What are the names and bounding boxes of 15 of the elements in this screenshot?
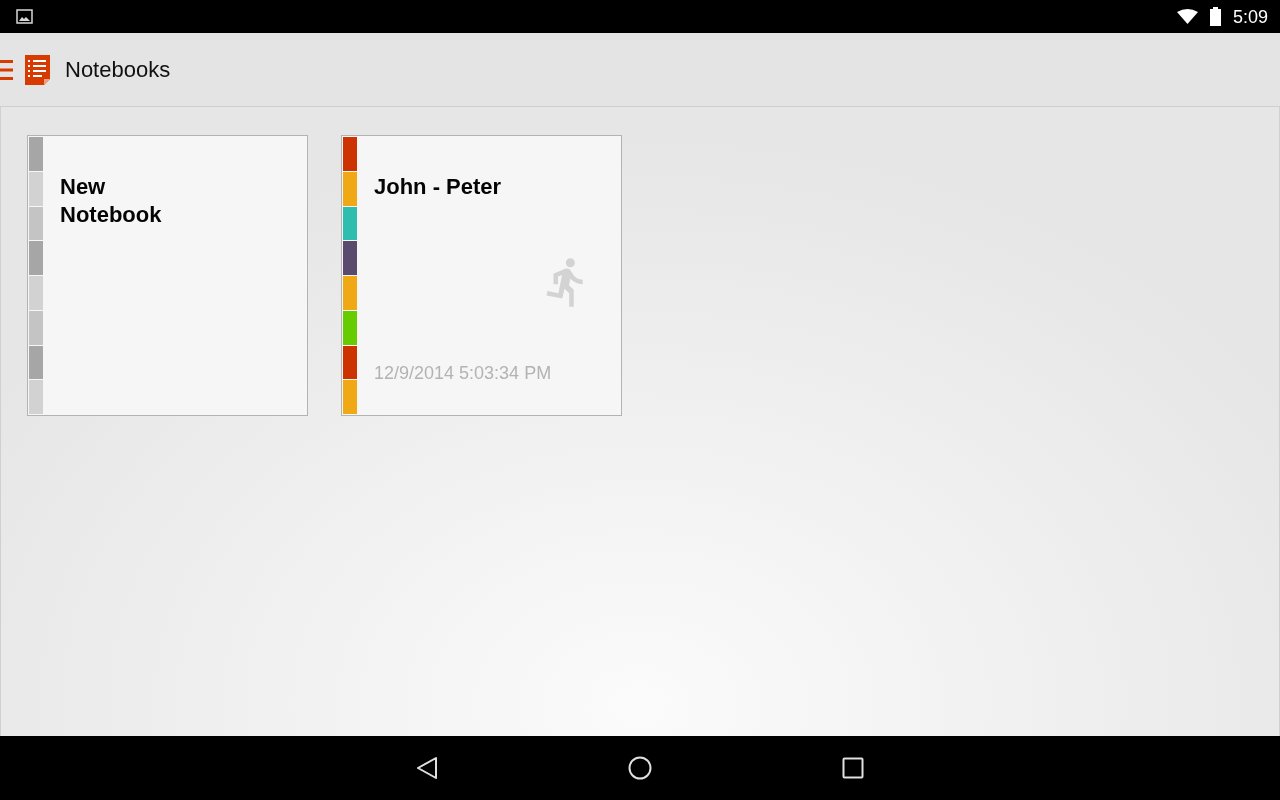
notebook-title: New Notebook	[60, 173, 162, 229]
battery-icon	[1209, 7, 1221, 26]
image-icon	[16, 9, 33, 24]
clock-time: 5:09	[1232, 7, 1268, 26]
page-title: Notebooks	[65, 58, 171, 81]
recents-icon[interactable]	[842, 757, 864, 779]
wifi-icon	[1176, 9, 1198, 24]
home-icon[interactable]	[628, 756, 652, 780]
notebook-card[interactable]: New Notebook	[27, 135, 308, 416]
notebook-icon	[25, 54, 50, 85]
notebook-date: 12/9/2014 5:03:34 PM	[374, 362, 552, 384]
menu-icon[interactable]	[0, 59, 13, 80]
notebook-card[interactable]: John - Peter 12/9/2014 5:03:34 PM	[341, 135, 622, 416]
notebook-title: John - Peter	[374, 173, 502, 201]
back-icon[interactable]	[416, 756, 438, 780]
